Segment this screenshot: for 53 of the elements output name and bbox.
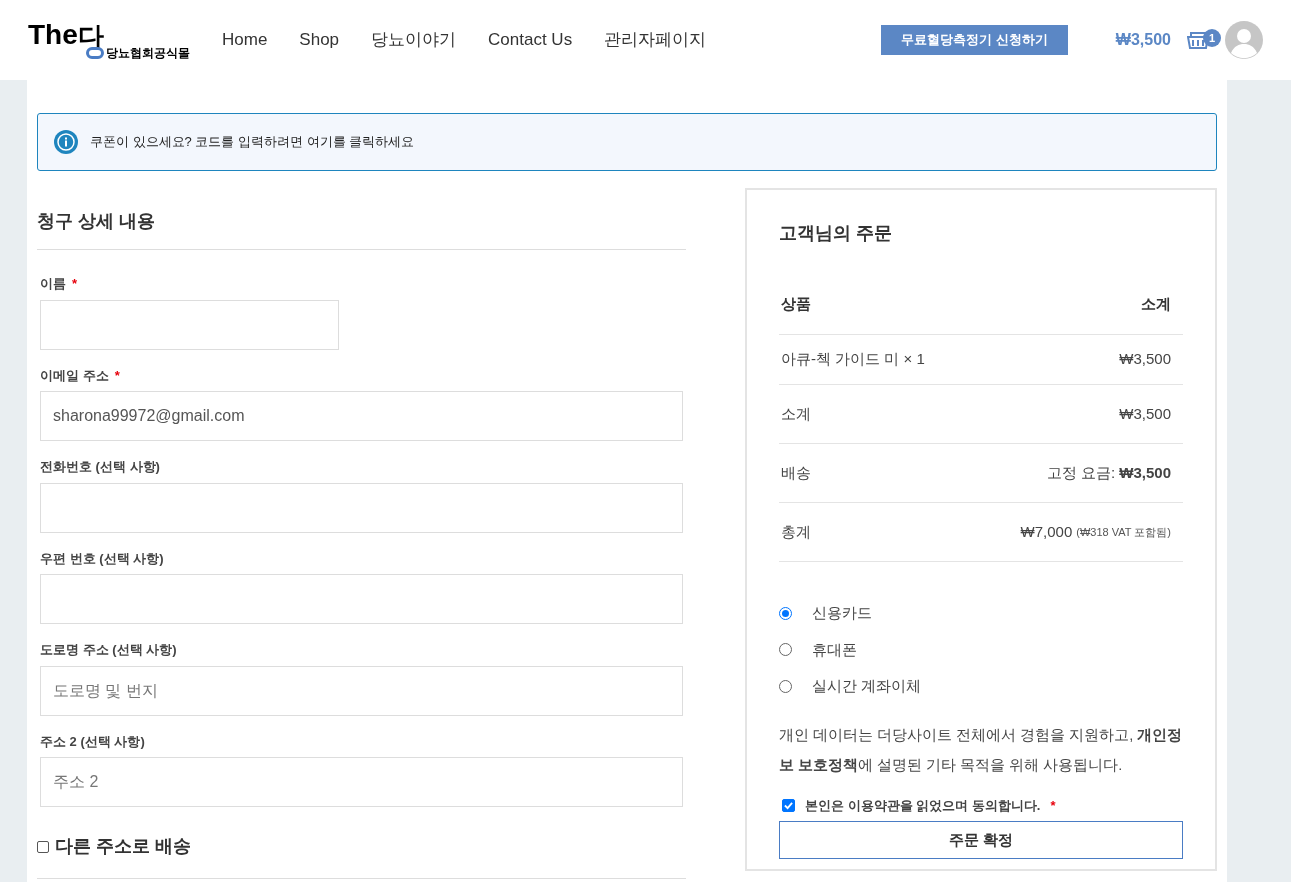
- required-asterisk: *: [72, 277, 78, 291]
- nav-link[interactable]: Contact Us: [488, 27, 573, 53]
- info-icon: [54, 130, 78, 154]
- free-meter-button[interactable]: 무료혈당측정기 신청하기: [881, 25, 1068, 55]
- total-price: ₩7,000: [1020, 521, 1073, 542]
- nav-link[interactable]: 당뇨이야기: [371, 27, 457, 53]
- field-label: 이름: [40, 275, 66, 293]
- nav-link[interactable]: Home: [222, 27, 268, 53]
- ship-other-label: 다른 주소로 배송: [55, 835, 191, 858]
- cart-count-badge: 1: [1203, 29, 1221, 47]
- row-label: 소계: [781, 403, 811, 424]
- text-field[interactable]: [40, 482, 683, 533]
- billing-title: 청구 상세 내용: [37, 208, 686, 250]
- logo-ring-icon: [86, 47, 104, 59]
- field-label: 도로명 주소 (선택 사항): [40, 641, 177, 659]
- payment-label: 실시간 계좌이체: [812, 676, 922, 696]
- row-label: 배송: [781, 462, 811, 483]
- text-field[interactable]: 주소 2: [40, 757, 683, 807]
- required-asterisk: *: [114, 368, 120, 382]
- nav-link[interactable]: 관리자페이지: [604, 27, 707, 53]
- row-price: ₩3,500: [1119, 403, 1171, 424]
- text-field[interactable]: [40, 574, 683, 624]
- field-label: 우편 번호 (선택 사항): [40, 549, 164, 568]
- column-header: 소계: [1141, 294, 1171, 315]
- nav-link[interactable]: Shop: [299, 27, 340, 53]
- text-field[interactable]: sharona99972@gmail.com: [40, 391, 683, 441]
- row-price: ₩3,500: [1119, 349, 1171, 370]
- shipping-price: ₩3,500: [1119, 462, 1171, 483]
- shipping-method: 고정 요금:: [1046, 462, 1116, 483]
- required-asterisk: *: [1050, 798, 1056, 812]
- payment-label: 휴대폰: [812, 639, 857, 660]
- field-label: 전화번호 (선택 사항): [40, 458, 160, 476]
- text-field[interactable]: 도로명 및 번지: [40, 665, 683, 716]
- row-label: 총계: [781, 521, 811, 542]
- payment-label: 신용카드: [812, 603, 872, 623]
- field-label: 이메일 주소: [40, 366, 109, 385]
- basket-icon[interactable]: [1187, 31, 1209, 49]
- logo-accent: 다: [77, 23, 104, 49]
- cart-total[interactable]: ₩3,500: [1115, 28, 1171, 52]
- vat-note: (₩318 VAT 포함됨): [1076, 524, 1171, 540]
- order-title: 고객님의 주문: [779, 222, 893, 245]
- column-header: 상품: [781, 294, 811, 315]
- row-label: 아큐-첵 가이드 미 × 1: [781, 349, 925, 370]
- terms-checkbox[interactable]: [782, 798, 795, 812]
- text-field[interactable]: [40, 299, 339, 350]
- logo-subtitle: 당뇨협회공식몰: [106, 47, 190, 59]
- ship-other-checkbox[interactable]: [37, 840, 49, 853]
- coupon-link[interactable]: 쿠폰이 있으세요? 코드를 입력하려면 여기를 클릭하세요: [90, 132, 415, 152]
- privacy-text: 개인 데이터는 더당사이트 전체에서 경험을 지원하고, 개인정보 보호정책에 설명된 기타 목적을 위해 사용됩니다.: [779, 725, 1184, 775]
- place-order-button[interactable]: 주문 확정: [779, 821, 1183, 859]
- terms-label: 본인은 이용약관을 읽었으며 동의합니다.: [805, 796, 1041, 815]
- logo-text: The: [28, 21, 78, 49]
- field-label: 주소 2 (선택 사항): [40, 732, 145, 751]
